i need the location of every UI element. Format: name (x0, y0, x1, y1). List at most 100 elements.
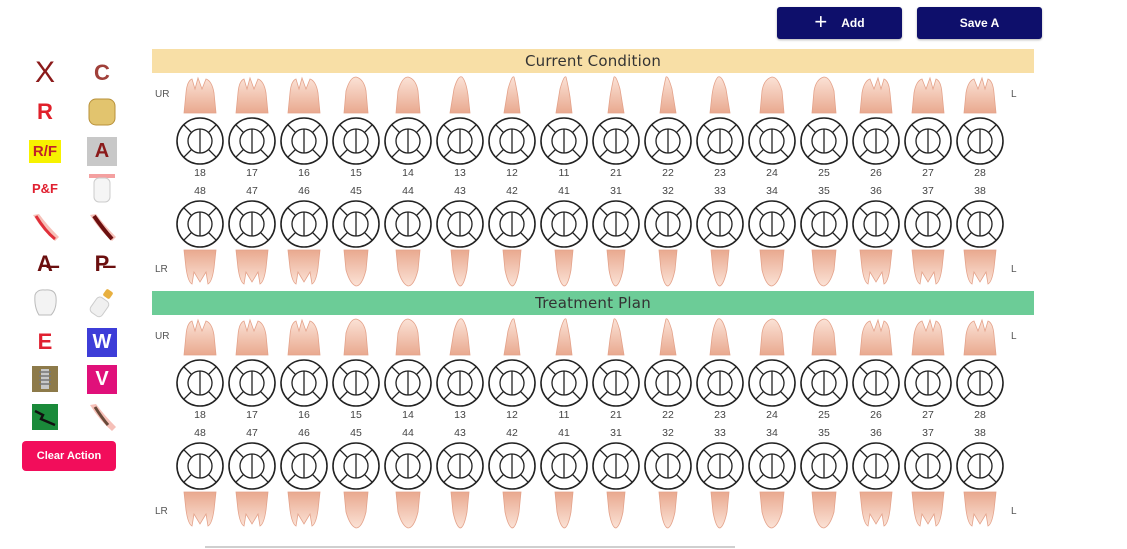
current-tooth-image-22[interactable] (646, 75, 690, 115)
treatment-tooth-surface-13[interactable] (435, 358, 485, 408)
treatment-tooth-image-23[interactable] (698, 317, 742, 357)
current-tooth-surface-48[interactable] (175, 199, 225, 249)
treatment-tooth-image-34[interactable] (750, 490, 794, 530)
treatment-tooth-image-35[interactable] (802, 490, 846, 530)
crown-letter-tool[interactable]: C (85, 57, 119, 89)
current-tooth-surface-37[interactable] (903, 199, 953, 249)
current-tooth-surface-43[interactable] (435, 199, 485, 249)
treatment-tooth-surface-23[interactable] (695, 358, 745, 408)
treatment-tooth-image-17[interactable] (230, 317, 274, 357)
treatment-tooth-surface-37[interactable] (903, 441, 953, 491)
scroll-indicator[interactable] (205, 546, 735, 548)
treatment-tooth-surface-25[interactable] (799, 358, 849, 408)
treatment-tooth-surface-28[interactable] (955, 358, 1005, 408)
treatment-tooth-surface-44[interactable] (383, 441, 433, 491)
current-tooth-image-46[interactable] (282, 248, 326, 288)
treatment-tooth-image-36[interactable] (854, 490, 898, 530)
treatment-tooth-image-15[interactable] (334, 317, 378, 357)
treatment-tooth-surface-41[interactable] (539, 441, 589, 491)
treatment-tooth-surface-33[interactable] (695, 441, 745, 491)
restoration-filling-tool[interactable]: R/F (28, 135, 62, 167)
erupting-tool[interactable]: E (28, 326, 62, 358)
current-tooth-surface-25[interactable] (799, 116, 849, 166)
treatment-tooth-image-11[interactable] (542, 317, 586, 357)
treatment-tooth-image-33[interactable] (698, 490, 742, 530)
current-tooth-image-15[interactable] (334, 75, 378, 115)
current-tooth-surface-13[interactable] (435, 116, 485, 166)
clear-action-button[interactable]: Clear Action (22, 441, 116, 471)
bottle-tool[interactable] (85, 287, 119, 319)
current-tooth-surface-33[interactable] (695, 199, 745, 249)
current-tooth-surface-17[interactable] (227, 116, 277, 166)
wear-tool[interactable]: W (85, 326, 119, 358)
treatment-tooth-surface-36[interactable] (851, 441, 901, 491)
current-tooth-image-43[interactable] (438, 248, 482, 288)
current-tooth-surface-31[interactable] (591, 199, 641, 249)
treatment-tooth-surface-18[interactable] (175, 358, 225, 408)
root-canal-dark-tool[interactable] (85, 211, 119, 243)
treatment-tooth-surface-11[interactable] (539, 358, 589, 408)
current-tooth-surface-14[interactable] (383, 116, 433, 166)
treatment-tooth-surface-21[interactable] (591, 358, 641, 408)
treatment-tooth-image-37[interactable] (906, 490, 950, 530)
current-tooth-surface-23[interactable] (695, 116, 745, 166)
current-tooth-surface-47[interactable] (227, 199, 277, 249)
treatment-tooth-image-13[interactable] (438, 317, 482, 357)
current-tooth-image-26[interactable] (854, 75, 898, 115)
current-tooth-image-34[interactable] (750, 248, 794, 288)
treatment-tooth-image-18[interactable] (178, 317, 222, 357)
fracture-tool[interactable] (28, 401, 62, 433)
current-tooth-image-33[interactable] (698, 248, 742, 288)
treatment-tooth-image-16[interactable] (282, 317, 326, 357)
current-tooth-surface-42[interactable] (487, 199, 537, 249)
current-tooth-image-18[interactable] (178, 75, 222, 115)
current-tooth-image-48[interactable] (178, 248, 222, 288)
current-tooth-surface-27[interactable] (903, 116, 953, 166)
treatment-tooth-surface-14[interactable] (383, 358, 433, 408)
current-tooth-surface-38[interactable] (955, 199, 1005, 249)
current-tooth-surface-45[interactable] (331, 199, 381, 249)
save-button[interactable]: Save A (917, 7, 1042, 39)
treatment-tooth-surface-47[interactable] (227, 441, 277, 491)
treatment-tooth-surface-35[interactable] (799, 441, 849, 491)
current-tooth-image-28[interactable] (958, 75, 1002, 115)
treatment-tooth-image-47[interactable] (230, 490, 274, 530)
current-tooth-image-37[interactable] (906, 248, 950, 288)
current-tooth-surface-22[interactable] (643, 116, 693, 166)
current-tooth-surface-24[interactable] (747, 116, 797, 166)
treatment-tooth-image-28[interactable] (958, 317, 1002, 357)
treatment-tooth-surface-34[interactable] (747, 441, 797, 491)
extraction-tool[interactable]: X (28, 56, 62, 89)
treatment-tooth-image-43[interactable] (438, 490, 482, 530)
current-tooth-image-41[interactable] (542, 248, 586, 288)
current-tooth-image-11[interactable] (542, 75, 586, 115)
treatment-tooth-image-26[interactable] (854, 317, 898, 357)
current-tooth-surface-16[interactable] (279, 116, 329, 166)
current-tooth-image-23[interactable] (698, 75, 742, 115)
treatment-tooth-surface-24[interactable] (747, 358, 797, 408)
amalgam-tool[interactable]: A (85, 135, 119, 167)
treatment-tooth-surface-48[interactable] (175, 441, 225, 491)
treatment-tooth-surface-32[interactable] (643, 441, 693, 491)
current-tooth-surface-12[interactable] (487, 116, 537, 166)
treatment-tooth-image-21[interactable] (594, 317, 638, 357)
treatment-tooth-surface-46[interactable] (279, 441, 329, 491)
pit-fissure-tool[interactable]: P&F (28, 172, 62, 204)
treatment-tooth-image-25[interactable] (802, 317, 846, 357)
current-tooth-image-14[interactable] (386, 75, 430, 115)
current-tooth-image-17[interactable] (230, 75, 274, 115)
treatment-tooth-surface-15[interactable] (331, 358, 381, 408)
treatment-tooth-image-48[interactable] (178, 490, 222, 530)
treatment-tooth-surface-22[interactable] (643, 358, 693, 408)
current-tooth-image-16[interactable] (282, 75, 326, 115)
treatment-tooth-image-45[interactable] (334, 490, 378, 530)
restoration-tool[interactable]: R (28, 96, 62, 128)
treatment-tooth-surface-43[interactable] (435, 441, 485, 491)
current-tooth-image-36[interactable] (854, 248, 898, 288)
current-tooth-surface-21[interactable] (591, 116, 641, 166)
treatment-tooth-image-24[interactable] (750, 317, 794, 357)
root-canal-tool[interactable] (28, 211, 62, 243)
current-tooth-image-47[interactable] (230, 248, 274, 288)
current-tooth-surface-46[interactable] (279, 199, 329, 249)
add-button[interactable]: + Add (777, 7, 902, 39)
